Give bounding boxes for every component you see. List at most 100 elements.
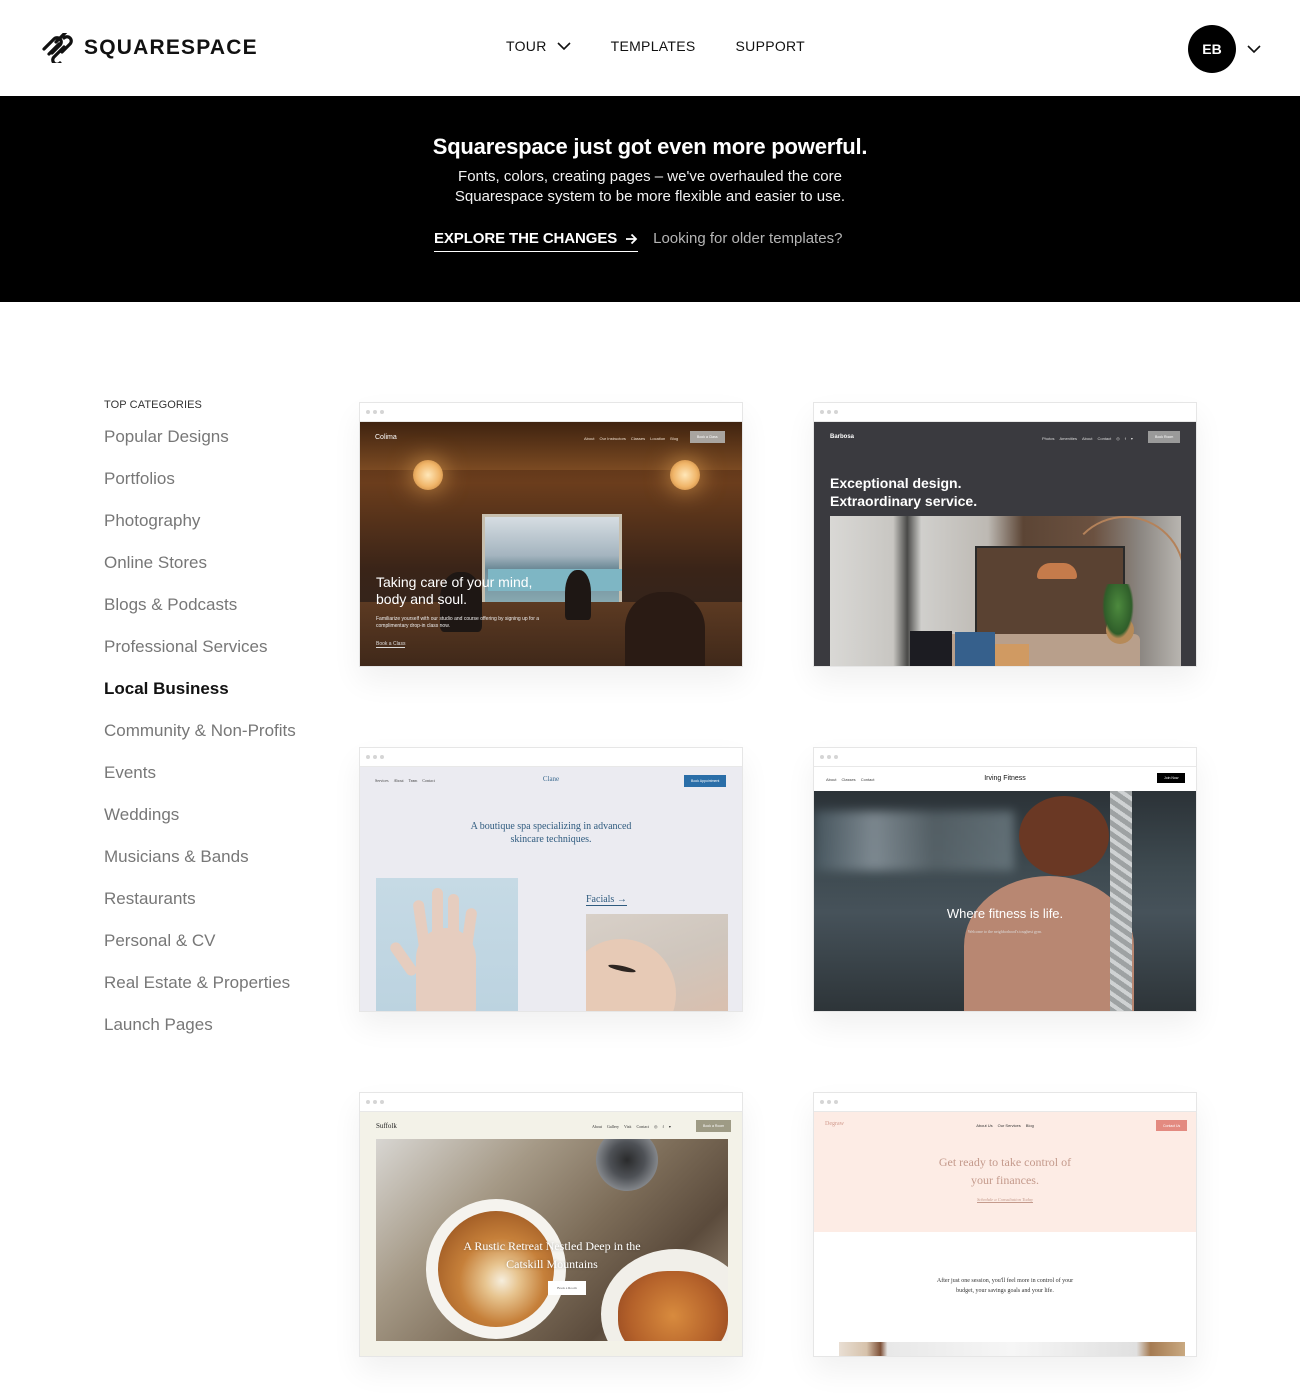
banner-description-line: Squarespace system to be more flexible a…	[454, 187, 846, 205]
preview-cta: Join Now	[1157, 773, 1186, 783]
template-card-suffolk[interactable]: Suffolk About Gallery Visit Contact ◎ f …	[359, 1092, 743, 1357]
lamp-image	[413, 460, 443, 490]
lamp-image	[670, 460, 700, 490]
body-text-line: budget, your savings goals and your life…	[956, 1288, 1054, 1294]
preview-nav: Barbosa Photos Amenities About Contact ◎…	[814, 422, 1196, 454]
window-dots-icon	[820, 1100, 838, 1104]
nav-tour-label: TOUR	[506, 38, 547, 54]
preview-nav-link: About Us	[976, 1123, 993, 1128]
sidebar-item-real-estate-properties[interactable]: Real Estate & Properties	[104, 973, 324, 1015]
nav-templates-label: TEMPLATES	[610, 38, 696, 54]
banner-actions: EXPLORE THE CHANGES Looking for older te…	[434, 230, 842, 252]
template-card-clane[interactable]: Services About Team Contact Clane Book A…	[359, 747, 743, 1012]
account-menu[interactable]: EB	[1188, 25, 1261, 73]
squarespace-logo-icon	[42, 33, 73, 63]
chevron-down-icon[interactable]	[1247, 44, 1261, 54]
hero-title-line: Get ready to take control of	[938, 1155, 1072, 1169]
template-card-colima[interactable]: Colima About Our Instructors Classes Loc…	[359, 402, 743, 667]
sidebar-item-musicians-bands[interactable]: Musicians & Bands	[104, 847, 324, 889]
facebook-icon: f	[662, 1124, 664, 1129]
template-name: Suffolk	[376, 1122, 397, 1130]
preview-cta: Contact Us	[1156, 1120, 1188, 1131]
instagram-icon: ◎	[654, 1124, 658, 1129]
nav-templates[interactable]: TEMPLATES	[611, 38, 696, 54]
preview-hero-title: A boutique spa specializing in advanced …	[360, 820, 742, 846]
sidebar-item-photography[interactable]: Photography	[104, 511, 324, 553]
explore-changes-link[interactable]: EXPLORE THE CHANGES	[434, 230, 639, 252]
sidebar-item-launch-pages[interactable]: Launch Pages	[104, 1015, 324, 1057]
template-card-irving-fitness[interactable]: About Classes Contact Irving Fitness Joi…	[813, 747, 1197, 1012]
template-preview: Barbosa Photos Amenities About Contact ◎…	[814, 422, 1196, 666]
announcement-banner: Squarespace just got even more powerful.…	[0, 96, 1300, 302]
hero-title-line: Exceptional design.	[830, 475, 962, 491]
browser-chrome	[360, 403, 742, 422]
preview-body-text: After just one session, you'll feel more…	[814, 1276, 1196, 1296]
sidebar-item-restaurants[interactable]: Restaurants	[104, 889, 324, 931]
hero-title-line: Extraordinary service.	[830, 493, 978, 509]
preview-hero-link: Book a Class	[376, 641, 406, 648]
older-templates-link[interactable]: Looking for older templates?	[653, 230, 842, 252]
template-preview: Services About Team Contact Clane Book A…	[360, 767, 742, 1011]
preview-nav-link: Visit	[624, 1124, 632, 1129]
preview-nav-link: About	[1082, 436, 1093, 441]
sidebar-item-popular-designs[interactable]: Popular Designs	[104, 427, 324, 469]
template-card-barbosa[interactable]: Barbosa Photos Amenities About Contact ◎…	[813, 402, 1197, 667]
window-dots-icon	[366, 410, 384, 414]
sidebar-item-online-stores[interactable]: Online Stores	[104, 553, 324, 595]
preview-hero-title: Where fitness is life.	[946, 906, 1064, 921]
category-sidebar: TOP CATEGORIES Popular Designs Portfolio…	[104, 399, 324, 1057]
sidebar-item-community-non-profits[interactable]: Community & Non-Profits	[104, 721, 324, 763]
preview-hero-button: Book a Room	[548, 1281, 586, 1295]
preview-nav-link: Our Instructors	[599, 436, 626, 441]
hero-title-line: skincare techniques.	[510, 834, 592, 845]
sidebar-item-events[interactable]: Events	[104, 763, 324, 805]
browser-chrome	[814, 403, 1196, 422]
preview-nav-links: About Gallery Visit Contact ◎ f ▾	[592, 1124, 671, 1129]
preview-nav: About Classes Contact Irving Fitness Joi…	[814, 767, 1196, 791]
preview-nav-links: Photos Amenities About Contact ◎ f ▾	[1042, 436, 1133, 441]
hand-photo	[376, 878, 518, 1011]
preview-cta: Book a Room	[696, 1120, 732, 1132]
avatar[interactable]: EB	[1188, 25, 1236, 73]
preview-cta: Book a Class	[690, 431, 725, 443]
template-card-degraw[interactable]: Degraw About Us Our Services Blog Contac…	[813, 1092, 1197, 1357]
sidebar-item-personal-cv[interactable]: Personal & CV	[104, 931, 324, 973]
sidebar-item-portfolios[interactable]: Portfolios	[104, 469, 324, 511]
explore-changes-label: EXPLORE THE CHANGES	[434, 230, 618, 247]
nav-tour[interactable]: TOUR	[506, 38, 571, 54]
banner-title: Squarespace just got even more powerful.	[432, 134, 868, 159]
chevron-down-icon	[557, 42, 571, 51]
hero-title-line: Catskill Mountains	[506, 1257, 598, 1271]
nav-support-label: SUPPORT	[735, 38, 806, 54]
body-text-line: After just one session, you'll feel more…	[936, 1278, 1074, 1284]
hero-title-line: A boutique spa specializing in advanced	[470, 821, 632, 832]
preview-hero-title: Taking care of your mind, body and soul.	[376, 574, 532, 608]
preview-nav: Degraw About Us Our Services Blog Contac…	[814, 1112, 1196, 1144]
hero-title-line: your finances.	[971, 1173, 1039, 1187]
nav-support[interactable]: SUPPORT	[736, 38, 806, 54]
interior-photo	[830, 516, 1181, 666]
preview-nav-link: About	[584, 436, 595, 441]
twitter-icon: ▾	[668, 1124, 671, 1129]
sidebar-item-professional-services[interactable]: Professional Services	[104, 637, 324, 679]
person-image	[565, 570, 591, 620]
sidebar-heading: TOP CATEGORIES	[104, 399, 202, 411]
person-image	[625, 592, 705, 666]
sidebar-item-local-business[interactable]: Local Business	[104, 679, 324, 721]
preview-hero-subtitle: Familiarize yourself with our studio and…	[376, 616, 540, 629]
arrow-right-icon	[626, 233, 638, 244]
preview-cta: Book Appointment	[684, 775, 727, 787]
brand-name: SQUARESPACE	[84, 36, 258, 59]
instagram-icon: ◎	[1116, 436, 1120, 441]
browser-chrome	[814, 748, 1196, 767]
preview-nav-link: Photos	[1042, 436, 1055, 441]
preview-nav-link: Gallery	[607, 1124, 619, 1129]
sidebar-item-weddings[interactable]: Weddings	[104, 805, 324, 847]
preview-nav-link: Blog	[670, 436, 679, 441]
squarespace-logo[interactable]: SQUARESPACE	[40, 33, 258, 63]
site-header: SQUARESPACE TOUR TEMPLATES SUPPORT EB	[0, 0, 1300, 96]
banner-description: Fonts, colors, creating pages – we've ov…	[0, 167, 1300, 206]
sidebar-item-blogs-podcasts[interactable]: Blogs & Podcasts	[104, 595, 324, 637]
window-dots-icon	[366, 755, 384, 759]
preview-nav-links: About Our Instructors Classes Location B…	[584, 436, 678, 441]
